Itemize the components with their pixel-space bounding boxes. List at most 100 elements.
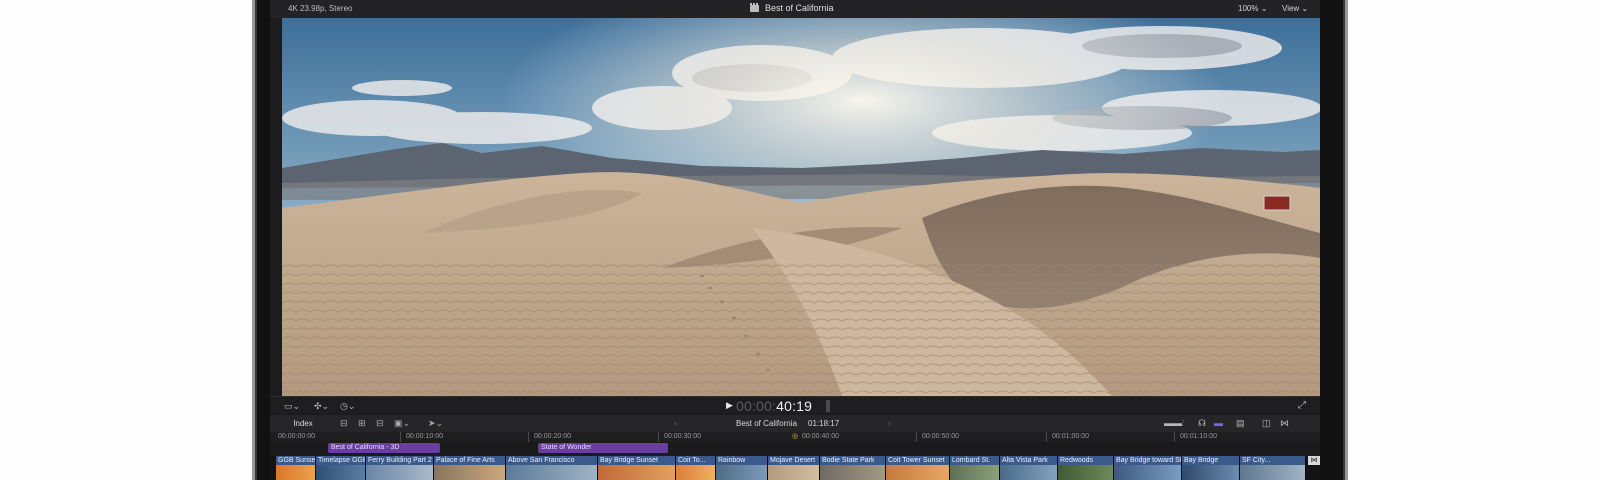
- timeline-clip[interactable]: Rainbow: [716, 456, 768, 480]
- inspector-icon[interactable]: ◫: [1262, 418, 1271, 429]
- ruler-label: 00:00:40:00: [802, 433, 839, 440]
- timeline-end-icon[interactable]: ⋈: [1308, 456, 1320, 465]
- index-button[interactable]: Index: [276, 417, 330, 431]
- ruler-tick: [1046, 432, 1047, 442]
- ruler-label: 00:00:00:00: [278, 433, 315, 440]
- storyline-clip[interactable]: Best of California - 3D: [328, 443, 440, 453]
- timeline-duration: 01:18:17: [808, 419, 840, 428]
- view-menu[interactable]: View ⌄: [1282, 4, 1308, 13]
- final-cut-pro-window: 4K 23.98p, Stereo Best of California 100…: [270, 0, 1320, 480]
- viewer-format-label: 4K 23.98p, Stereo: [288, 4, 353, 13]
- clip-thumbnail: [886, 465, 949, 480]
- timecode-main: 40:19: [776, 398, 813, 414]
- timeline-title: Best of California: [736, 419, 797, 428]
- ruler-label: 00:00:50:00: [922, 433, 959, 440]
- clapperboard-icon: [750, 2, 759, 12]
- select-tool-icon[interactable]: ➤⌄: [428, 418, 443, 429]
- timeline-ruler[interactable]: 00:00:00:00 00:00:10:00 00:00:20:00 00:0…: [270, 432, 1320, 442]
- timeline-clip[interactable]: Bay Bridge toward SF: [1114, 456, 1182, 480]
- clip-appearance-icon[interactable]: ▬▬: [1164, 418, 1182, 428]
- ruler-tick: [658, 432, 659, 442]
- clip-label: GGB Sunset: [276, 456, 315, 465]
- clip-label: Mojave Desert: [768, 456, 819, 465]
- timeline-clip[interactable]: Coit To...: [676, 456, 716, 480]
- clip-label: Coit To...: [676, 456, 715, 465]
- viewer-display-icon[interactable]: ▭⌄: [284, 401, 300, 412]
- timecode-dim: 00:00:: [736, 398, 777, 414]
- timeline-clip[interactable]: Coit Tower Sunset: [886, 456, 950, 480]
- view-menu-label: View: [1282, 4, 1300, 13]
- timeline-clip[interactable]: Ferry Building Part 2: [366, 456, 434, 480]
- play-icon[interactable]: ▶: [726, 400, 733, 411]
- timeline-clip[interactable]: Bay Bridge: [1182, 456, 1240, 480]
- skimming-icon[interactable]: ▬: [1214, 418, 1223, 428]
- zoom-value: 100%: [1238, 4, 1259, 13]
- timeline-clip[interactable]: Redwoods: [1058, 456, 1114, 480]
- clip-thumbnail: [676, 465, 715, 480]
- clip-thumbnail: [1058, 465, 1113, 480]
- timeline-clip[interactable]: Timelapse GGB: [316, 456, 366, 480]
- clip-label: Timelapse GGB: [316, 456, 365, 465]
- timeline-clip[interactable]: Bodie State Park: [820, 456, 886, 480]
- zoom-dropdown[interactable]: 100% ⌄: [1238, 4, 1267, 13]
- effects-browser-icon[interactable]: ▤: [1236, 418, 1245, 429]
- transport-bar: ▭⌄ ✣⌄ ◷⌄ ▶ 00:00:40:19 ⤢: [270, 396, 1320, 414]
- ruler-label: 00:00:30:00: [664, 433, 701, 440]
- ruler-tick: [916, 432, 917, 442]
- timeline-clip[interactable]: Lombard St.: [950, 456, 1000, 480]
- ruler-tick: [528, 432, 529, 442]
- timeline-clip[interactable]: Above San Francisco: [506, 456, 598, 480]
- timeline-clip[interactable]: Palace of Fine Arts: [434, 456, 506, 480]
- timeline-clip[interactable]: Mojave Desert: [768, 456, 820, 480]
- clip-thumbnail: [950, 465, 999, 480]
- clip-label: Bay Bridge: [1182, 456, 1239, 465]
- clip-label: Coit Tower Sunset: [886, 456, 949, 465]
- playhead-icon[interactable]: ◎: [792, 432, 798, 440]
- primary-storyline: GGB Sunset Timelapse GGB Ferry Building …: [270, 456, 1320, 480]
- ruler-label: 00:00:20:00: [534, 433, 571, 440]
- append-clip-icon[interactable]: ⊟: [376, 418, 384, 429]
- clip-label: Bodie State Park: [820, 456, 885, 465]
- storyline-clip[interactable]: State of Wonder: [538, 443, 668, 453]
- overwrite-clip-icon[interactable]: ▣⌄: [394, 418, 410, 429]
- viewer-title: Best of California: [765, 3, 834, 13]
- clip-thumbnail: [598, 465, 675, 480]
- chevron-down-icon: ⌄: [1260, 4, 1268, 13]
- clip-thumbnail: [316, 465, 365, 480]
- ruler-label: 00:00:10:00: [406, 433, 443, 440]
- timeline-clip[interactable]: GGB Sunset: [276, 456, 316, 480]
- clip-thumbnail: [768, 465, 819, 480]
- fullscreen-icon[interactable]: ⤢: [1298, 400, 1306, 411]
- transform-tool-icon[interactable]: ✣⌄: [314, 401, 329, 412]
- viewer-video-frame[interactable]: [282, 18, 1320, 396]
- clip-thumbnail: [434, 465, 505, 480]
- clip-thumbnail: [506, 465, 597, 480]
- clip-thumbnail: [716, 465, 767, 480]
- clip-label: Above San Francisco: [506, 456, 597, 465]
- clip-thumbnail: [820, 465, 885, 480]
- desert-dunes-image: [282, 18, 1320, 396]
- close-timeline-icon[interactable]: ⋈: [1280, 418, 1289, 429]
- timeline-toolbar: Index ⊟ ⊞ ⊟ ▣⌄ ➤⌄ ‹ Best of California 0…: [270, 414, 1320, 432]
- timeline-clip[interactable]: Alta Vista Park: [1000, 456, 1058, 480]
- ruler-tick: [400, 432, 401, 442]
- clip-label: Ferry Building Part 2: [366, 456, 433, 465]
- speed-icon[interactable]: ◷⌄: [340, 401, 355, 412]
- audio-waveform-icon[interactable]: ⫶: [1182, 418, 1184, 429]
- chevron-down-icon: ⌄: [1301, 4, 1309, 13]
- connect-clip-icon[interactable]: ⊟: [340, 418, 348, 429]
- audio-meter-icon: [826, 400, 836, 412]
- back-arrow-icon[interactable]: ‹: [674, 418, 677, 428]
- ruler-tick: [1174, 432, 1175, 442]
- timeline-clip[interactable]: SF City...: [1240, 456, 1306, 480]
- headphones-icon[interactable]: ☊: [1198, 418, 1206, 429]
- timecode-display[interactable]: 00:00:40:19: [736, 398, 812, 414]
- clip-thumbnail: [276, 465, 315, 480]
- forward-arrow-icon[interactable]: ›: [888, 418, 891, 428]
- clip-label: Rainbow: [716, 456, 767, 465]
- timeline-clip[interactable]: Bay Bridge Sunset: [598, 456, 676, 480]
- insert-clip-icon[interactable]: ⊞: [358, 418, 366, 429]
- viewer-header: 4K 23.98p, Stereo Best of California 100…: [270, 0, 1320, 18]
- clip-label: Alta Vista Park: [1000, 456, 1057, 465]
- device-bezel-right: [1345, 0, 1348, 480]
